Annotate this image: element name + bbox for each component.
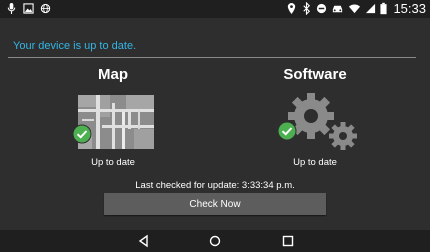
software-checkmark-icon xyxy=(277,121,297,141)
car-icon xyxy=(333,5,343,13)
wifi-icon xyxy=(349,4,361,14)
status-clock: 15:33 xyxy=(393,1,426,16)
globe-icon xyxy=(40,3,51,14)
minus-circle-icon xyxy=(317,3,327,14)
bluetooth-icon xyxy=(303,2,311,15)
last-checked-label: Last checked for update: 3:33:34 p.m. xyxy=(135,180,295,191)
header-divider xyxy=(8,57,416,58)
software-status: Up to date xyxy=(293,157,337,168)
location-icon xyxy=(288,3,296,14)
map-title: Map xyxy=(98,66,128,83)
mic-icon xyxy=(7,3,16,14)
recents-icon[interactable] xyxy=(281,234,295,248)
software-title: Software xyxy=(283,66,347,83)
map-checkmark-icon xyxy=(72,124,92,144)
status-bar: 15:33 xyxy=(0,0,430,18)
check-now-button[interactable]: Check Now xyxy=(104,193,326,215)
update-status-message: Your device is up to date. xyxy=(13,40,137,52)
map-section: Map Up to date xyxy=(53,66,173,168)
battery-icon xyxy=(380,2,388,15)
software-section: Software Up to date xyxy=(255,66,375,168)
home-icon[interactable] xyxy=(208,234,222,248)
navigation-bar xyxy=(0,230,430,252)
back-icon[interactable] xyxy=(137,234,151,248)
map-status: Up to date xyxy=(91,157,135,168)
image-icon xyxy=(23,3,34,14)
signal-icon xyxy=(366,3,376,14)
